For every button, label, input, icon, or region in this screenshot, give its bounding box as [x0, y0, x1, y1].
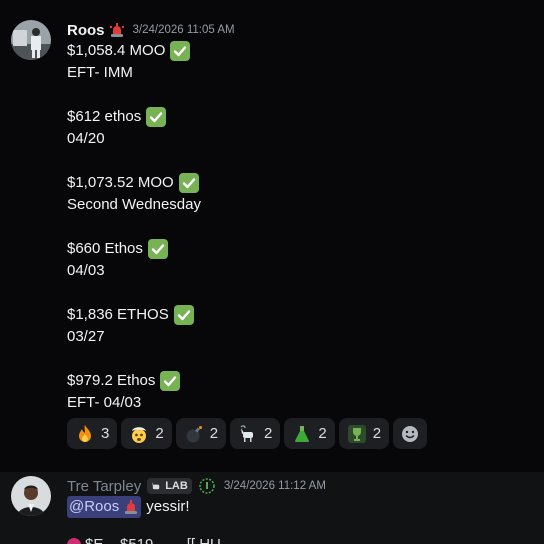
timestamp: 3/24/2026 11:05 AM	[132, 24, 235, 36]
certificate-icon	[199, 478, 215, 494]
line-text: 04/20	[67, 130, 105, 147]
payment-line: $1,073.52 MOO	[67, 172, 199, 194]
date-line: 04/20	[67, 128, 105, 150]
goat-tag-icon	[152, 481, 160, 489]
line-text: EFT- 04/03	[67, 394, 142, 411]
check-mark-icon	[170, 41, 191, 61]
line-text: $660 Ethos	[67, 240, 143, 257]
line-text: EFT- IMM	[67, 64, 133, 81]
date-line: 04/03	[67, 260, 105, 282]
payment-line: $612 ethos	[67, 106, 167, 128]
line-text: $979.2 Ethos	[67, 372, 156, 389]
line-text: $612 ethos	[67, 108, 142, 125]
reaction-bar: 3 2 2 2 2 2	[67, 418, 428, 449]
payment-line: $979.2 Ethos	[67, 370, 181, 392]
payment-line: $1,836 ETHOS	[67, 304, 194, 326]
server-tag[interactable]: LAB	[147, 478, 192, 494]
reaction-flask[interactable]: 2	[284, 418, 335, 449]
line-text: $1,058.4 MOO	[67, 42, 166, 59]
line-text: Second Wednesday	[67, 196, 201, 213]
avatar-tre-tarpley[interactable]	[11, 476, 51, 516]
date-line: 03/27	[67, 326, 105, 348]
flask-icon	[295, 425, 310, 442]
check-mark-icon	[173, 305, 194, 325]
goat-icon	[240, 424, 254, 442]
exploding-head-icon	[132, 426, 147, 443]
message-header: Roos 3/24/2026 11:05 AM	[67, 20, 235, 40]
author-name[interactable]: Roos	[67, 22, 105, 39]
line-text: $1,073.52 MOO	[67, 174, 174, 191]
next-message-peek: $E... $519... ... [[ HU...	[67, 536, 233, 544]
reaction-trophy[interactable]: 2	[338, 418, 390, 449]
user-mention[interactable]: @Roos	[67, 496, 142, 518]
siren-icon	[125, 500, 138, 514]
author-name[interactable]: Tre Tarpley	[67, 478, 141, 495]
status-dot-icon	[67, 537, 81, 544]
line-text: 04/03	[67, 262, 105, 279]
bomb-icon	[186, 425, 202, 442]
timestamp: 3/24/2026 11:12 AM	[223, 480, 326, 492]
check-mark-icon	[146, 107, 167, 127]
payment-line: $1,058.4 MOO	[67, 40, 191, 62]
date-line: EFT- IMM	[67, 62, 133, 84]
message-text: yessir!	[146, 498, 190, 515]
message-tre-tarpley: Tre Tarpley LAB 3/24/2026 11:12 AM @Roos…	[0, 472, 544, 544]
fire-icon	[79, 424, 91, 442]
smiley-icon	[402, 425, 419, 442]
reaction-fire[interactable]: 3	[67, 418, 118, 449]
check-mark-icon	[160, 371, 181, 391]
reaction-bomb[interactable]: 2	[175, 418, 227, 449]
check-mark-icon	[147, 239, 168, 259]
add-reaction-button[interactable]	[393, 418, 428, 449]
reaction-exploding-head[interactable]: 2	[121, 418, 172, 449]
payment-line: $660 Ethos	[67, 238, 168, 260]
line-text: $1,836 ETHOS	[67, 306, 169, 323]
date-line: Second Wednesday	[67, 194, 201, 216]
siren-icon	[109, 23, 124, 37]
reaction-goat[interactable]: 2	[230, 418, 281, 449]
message-header: Tre Tarpley LAB 3/24/2026 11:12 AM	[67, 476, 326, 496]
reply-line: @Roos yessir!	[67, 496, 190, 518]
avatar-roos[interactable]	[11, 20, 51, 60]
date-line: EFT- 04/03	[67, 392, 141, 414]
line-text: 03/27	[67, 328, 105, 345]
message-roos: Roos 3/24/2026 11:05 AM $1,058.4 MOO EFT-…	[0, 0, 544, 470]
trophy-icon	[347, 424, 366, 443]
check-mark-icon	[178, 173, 199, 193]
